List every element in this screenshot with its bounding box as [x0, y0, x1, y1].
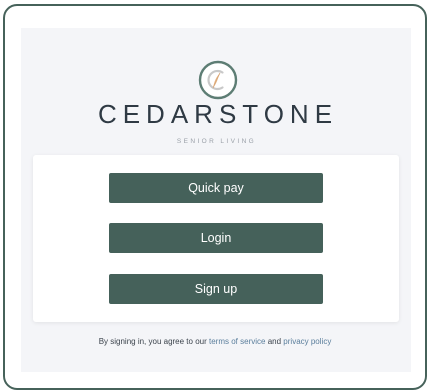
brand-tagline: SENIOR LIVING — [176, 138, 257, 145]
privacy-policy-link[interactable]: privacy policy — [283, 337, 331, 346]
logo-icon — [198, 60, 238, 100]
sign-up-button[interactable]: Sign up — [109, 274, 323, 304]
action-card: Quick pay Login Sign up — [33, 155, 399, 322]
app-frame: CEDARSTONE SENIOR LIVING Quick pay Login… — [3, 4, 427, 390]
login-button[interactable]: Login — [109, 223, 323, 253]
legal-and: and — [267, 337, 282, 346]
legal-prefix: By signing in, you agree to our — [98, 337, 207, 346]
brand-name: CEDARSTONE — [97, 99, 339, 129]
quick-pay-button[interactable]: Quick pay — [109, 173, 323, 203]
terms-of-service-link[interactable]: terms of service — [209, 337, 265, 346]
legal-notice: By signing in, you agree to our terms of… — [0, 337, 430, 346]
